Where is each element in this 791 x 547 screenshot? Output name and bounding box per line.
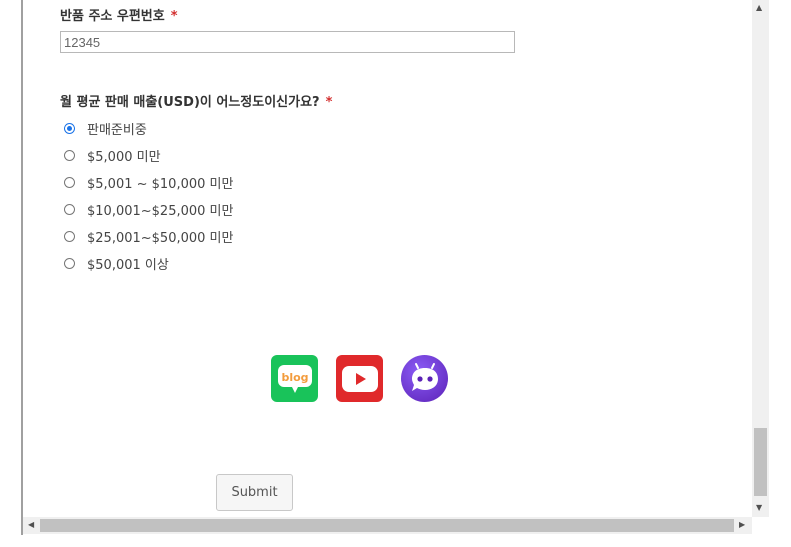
scroll-up-arrow-icon[interactable]: ▲: [756, 4, 762, 12]
blog-icon-text: blog: [281, 371, 308, 384]
radio-label: $5,001 ~ $10,000 미만: [87, 176, 234, 192]
form-panel: 반품 주소 우편번호* 월 평균 판매 매출(USD)이 어느정도이신가요?* …: [23, 0, 752, 517]
radio-button[interactable]: [64, 122, 75, 134]
radio-option-over-50001[interactable]: $50,001 이상: [64, 253, 169, 273]
horizontal-scrollbar[interactable]: ◀ ▶: [23, 517, 752, 534]
radio-label: $10,001~$25,000 미만: [87, 203, 234, 219]
chatbot-channel-link[interactable]: [401, 355, 448, 402]
required-asterisk: *: [170, 9, 178, 24]
scroll-down-arrow-icon[interactable]: ▼: [756, 504, 762, 512]
radio-button[interactable]: [64, 203, 75, 215]
scroll-right-arrow-icon[interactable]: ▶: [739, 521, 745, 529]
radio-button[interactable]: [64, 230, 75, 242]
horizontal-scroll-thumb[interactable]: [40, 519, 734, 532]
radio-option-5001-10000[interactable]: $5,001 ~ $10,000 미만: [64, 172, 233, 192]
radio-label: 판매준비중: [87, 122, 147, 138]
radio-option-25001-50000[interactable]: $25,001~$50,000 미만: [64, 226, 233, 246]
scroll-left-arrow-icon[interactable]: ◀: [28, 521, 34, 529]
youtube-play-icon: [341, 365, 378, 392]
youtube-link[interactable]: [336, 355, 383, 402]
submit-button[interactable]: Submit: [216, 474, 293, 511]
scrollbar-corner: [752, 517, 769, 534]
right-gutter: [769, 0, 791, 547]
zip-code-input[interactable]: [60, 31, 515, 53]
vertical-scrollbar[interactable]: ▲ ▼: [752, 0, 769, 517]
radio-button[interactable]: [64, 257, 75, 269]
sales-question-text: 월 평균 판매 매출(USD)이 어느정도이신가요?: [60, 95, 320, 110]
sales-question-label: 월 평균 판매 매출(USD)이 어느정도이신가요? *: [60, 91, 332, 110]
radio-label: $50,001 이상: [87, 257, 169, 273]
zip-field-label: 반품 주소 우편번호 *: [60, 5, 178, 24]
radio-button[interactable]: [64, 176, 75, 188]
naver-blog-icon: blog: [277, 364, 312, 393]
zip-label-text: 반품 주소 우편번호: [60, 9, 165, 24]
radio-button[interactable]: [64, 149, 75, 161]
required-asterisk: *: [325, 95, 333, 110]
naver-blog-link[interactable]: blog: [271, 355, 318, 402]
radio-option-under-5000[interactable]: $5,000 미만: [64, 145, 161, 165]
radio-label: $5,000 미만: [87, 149, 161, 165]
radio-option-preparing[interactable]: 판매준비중: [64, 118, 147, 138]
radio-label: $25,001~$50,000 미만: [87, 230, 234, 246]
radio-option-10001-25000[interactable]: $10,001~$25,000 미만: [64, 199, 233, 219]
vertical-scroll-thumb[interactable]: [754, 428, 767, 496]
bottom-strip: [0, 535, 791, 547]
chatbot-icon: [411, 362, 438, 391]
